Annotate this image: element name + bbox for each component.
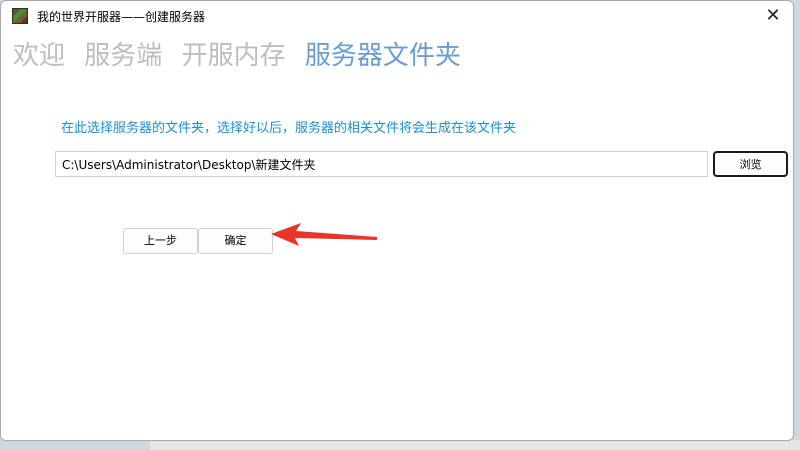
create-server-window: 我的世界开服器——创建服务器 ✕ 欢迎 服务端 开服内存 服务器文件夹 在此选择…: [0, 0, 794, 441]
step-server-core: 服务端: [84, 41, 163, 71]
close-icon[interactable]: ✕: [753, 1, 793, 31]
wizard-steps: 欢迎 服务端 开服内存 服务器文件夹: [13, 35, 472, 72]
background-window-strip: [150, 440, 800, 450]
window-title: 我的世界开服器——创建服务器: [37, 10, 206, 24]
folder-path-input[interactable]: [55, 151, 708, 177]
step-server-folder: 服务器文件夹: [304, 41, 461, 71]
minecraft-block-icon: [12, 8, 28, 24]
confirm-button[interactable]: 确定: [198, 228, 273, 254]
title-bar[interactable]: 我的世界开服器——创建服务器 ✕: [1, 1, 793, 31]
step-welcome: 欢迎: [13, 41, 66, 71]
browse-button[interactable]: 浏览: [713, 151, 788, 177]
previous-step-button[interactable]: 上一步: [123, 228, 198, 254]
step-memory: 开服内存: [181, 41, 286, 71]
folder-instruction: 在此选择服务器的文件夹，选择好以后，服务器的相关文件将会生成在该文件夹: [61, 121, 517, 136]
red-arrow-annotation: [271, 223, 377, 246]
